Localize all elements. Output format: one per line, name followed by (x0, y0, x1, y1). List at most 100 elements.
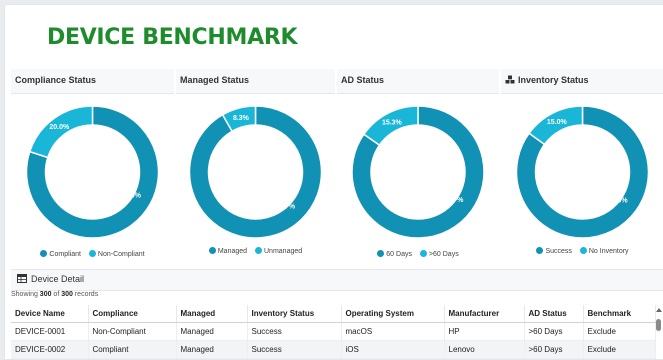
ad-donut-chart: 84.7% 15.3% (351, 105, 485, 239)
legend-swatch (40, 250, 48, 257)
device-detail-title: Device Detail (17, 274, 84, 284)
legend-swatch (208, 247, 216, 254)
cell-device-name: DEVICE-0002 (11, 340, 89, 359)
cell-inventory-status: Success (247, 340, 342, 359)
chart-legend: Success No Inventory (501, 247, 663, 255)
table-scrollbar[interactable] (655, 305, 663, 359)
device-detail-table: Device Name Compliance Managed Inventory… (11, 305, 656, 359)
legend-label: >60 Days (428, 251, 459, 258)
panel-header: Managed Status (176, 69, 335, 94)
legend-item[interactable]: Managed (208, 247, 248, 255)
panel-title: Compliance Status (15, 75, 97, 85)
donut-data-label: 91.7% (275, 203, 296, 210)
cell-managed: Managed (176, 322, 248, 341)
cell-operating-system: macOS (341, 322, 445, 341)
legend-swatch (536, 247, 544, 254)
legend-item[interactable]: 60 Days (377, 250, 412, 258)
chart-panels: Compliance Status 80.0% 20.0% Compliant N… (11, 69, 663, 267)
legend-swatch (377, 250, 385, 257)
legend-label: Managed (217, 248, 248, 255)
column-header-manufacturer[interactable]: Manufacturer (444, 305, 525, 323)
showing-total: 300 (61, 291, 73, 298)
donut-data-label: 85.0% (608, 198, 629, 205)
page-title: DEVICE BENCHMARK (47, 25, 298, 50)
legend-item[interactable]: Unmanaged (255, 247, 302, 255)
chart-legend: Compliant Non-Compliant (11, 250, 174, 258)
records-count: Showing 300 of 300 records (11, 291, 98, 298)
panel-header: AD Status (337, 69, 499, 94)
cell-compliance: Non-Compliant (88, 322, 177, 341)
showing-count: 300 (39, 291, 52, 298)
showing-of: of (51, 291, 62, 298)
panel-compliance-status: Compliance Status 80.0% 20.0% Compliant N… (11, 69, 174, 267)
cell-inventory-status: Success (247, 322, 342, 341)
column-header-managed[interactable]: Managed (176, 305, 248, 323)
inventory-donut-chart: 85.0% 15.0% (515, 105, 650, 239)
legend-label: No Inventory (588, 248, 629, 255)
dashboard-frame: DEVICE BENCHMARK Compliance Status 80.0%… (4, 4, 663, 360)
device-detail-header: Device Detail (11, 269, 663, 291)
legend-swatch (255, 247, 262, 254)
panel-inventory-status: Inventory Status 85.0% 15.0% Success No I… (501, 69, 663, 267)
panel-header: Inventory Status (501, 69, 663, 94)
cell-ad-status: >60 Days (524, 340, 584, 359)
column-header-compliance[interactable]: Compliance (88, 305, 177, 323)
donut-slice-managed[interactable] (188, 105, 323, 239)
table-icon (17, 274, 27, 283)
column-header-ad-status[interactable]: AD Status (524, 305, 584, 323)
donut-data-label: 84.7% (443, 197, 464, 204)
legend-label: Non-Compliant (97, 251, 145, 258)
panel-managed-status: Managed Status 91.7% 8.3% Managed Unmanag… (176, 69, 335, 267)
legend-item[interactable]: Compliant (40, 250, 81, 258)
legend-label: Unmanaged (264, 248, 303, 255)
donut-data-label: 15.0% (547, 119, 568, 126)
donut-data-label: 20.0% (49, 124, 70, 131)
panel-title: Inventory Status (505, 75, 589, 85)
panel-ad-status: AD Status 84.7% 15.3% 60 Days >60 Days (337, 69, 499, 267)
legend-label: 60 Days (386, 251, 412, 258)
legend-label: Success (545, 248, 572, 255)
legend-label: Compliant (49, 251, 81, 258)
cell-managed: Managed (176, 340, 248, 359)
legend-swatch (579, 247, 587, 254)
legend-item[interactable]: No Inventory (579, 247, 629, 255)
legend-item[interactable]: Non-Compliant (88, 250, 145, 258)
cell-operating-system: iOS (341, 340, 445, 359)
showing-suffix: records (72, 291, 99, 298)
table-row[interactable]: DEVICE-0002 Compliant Managed Success iO… (11, 340, 656, 359)
panel-header: Compliance Status (11, 69, 174, 94)
showing-prefix: Showing (11, 291, 40, 298)
compliance-donut-chart: 80.0% 20.0% (25, 105, 160, 239)
legend-swatch (88, 250, 96, 257)
inventory-icon (505, 75, 515, 84)
cell-benchmark: Exclude (583, 322, 656, 341)
donut-slice-non-compliant[interactable] (28, 105, 94, 159)
column-header-benchmark[interactable]: Benchmark (583, 305, 656, 323)
cell-benchmark: Exclude (583, 340, 656, 359)
cell-device-name: DEVICE-0001 (11, 322, 89, 341)
donut-data-label: 15.3% (382, 119, 403, 126)
cell-compliance: Compliant (88, 340, 177, 359)
column-header-operating-system[interactable]: Operating System (341, 305, 445, 323)
cell-manufacturer: HP (444, 322, 525, 341)
cell-manufacturer: Lenovo (444, 340, 525, 359)
scrollbar-thumb[interactable] (656, 319, 661, 331)
table-header-row: Device Name Compliance Managed Inventory… (11, 305, 656, 323)
chart-legend: 60 Days >60 Days (337, 250, 499, 258)
legend-item[interactable]: Success (536, 247, 572, 255)
title-bar: DEVICE BENCHMARK (5, 5, 663, 69)
panel-title-text: Inventory Status (518, 75, 589, 85)
scroll-up-arrow-icon[interactable] (656, 308, 662, 312)
legend-item[interactable]: >60 Days (419, 250, 459, 258)
legend-swatch (419, 250, 427, 257)
cell-ad-status: >60 Days (524, 322, 584, 341)
column-header-device-name[interactable]: Device Name (11, 305, 89, 323)
panel-title: Managed Status (180, 75, 250, 85)
device-detail-title-text: Device Detail (31, 274, 85, 284)
donut-data-label: 80.0% (121, 193, 142, 200)
column-header-inventory-status[interactable]: Inventory Status (247, 305, 342, 323)
table-row[interactable]: DEVICE-0001 Non-Compliant Managed Succes… (11, 322, 656, 341)
donut-data-label: 8.3% (233, 115, 250, 122)
chart-legend: Managed Unmanaged (176, 247, 335, 255)
panel-title: AD Status (341, 75, 385, 85)
